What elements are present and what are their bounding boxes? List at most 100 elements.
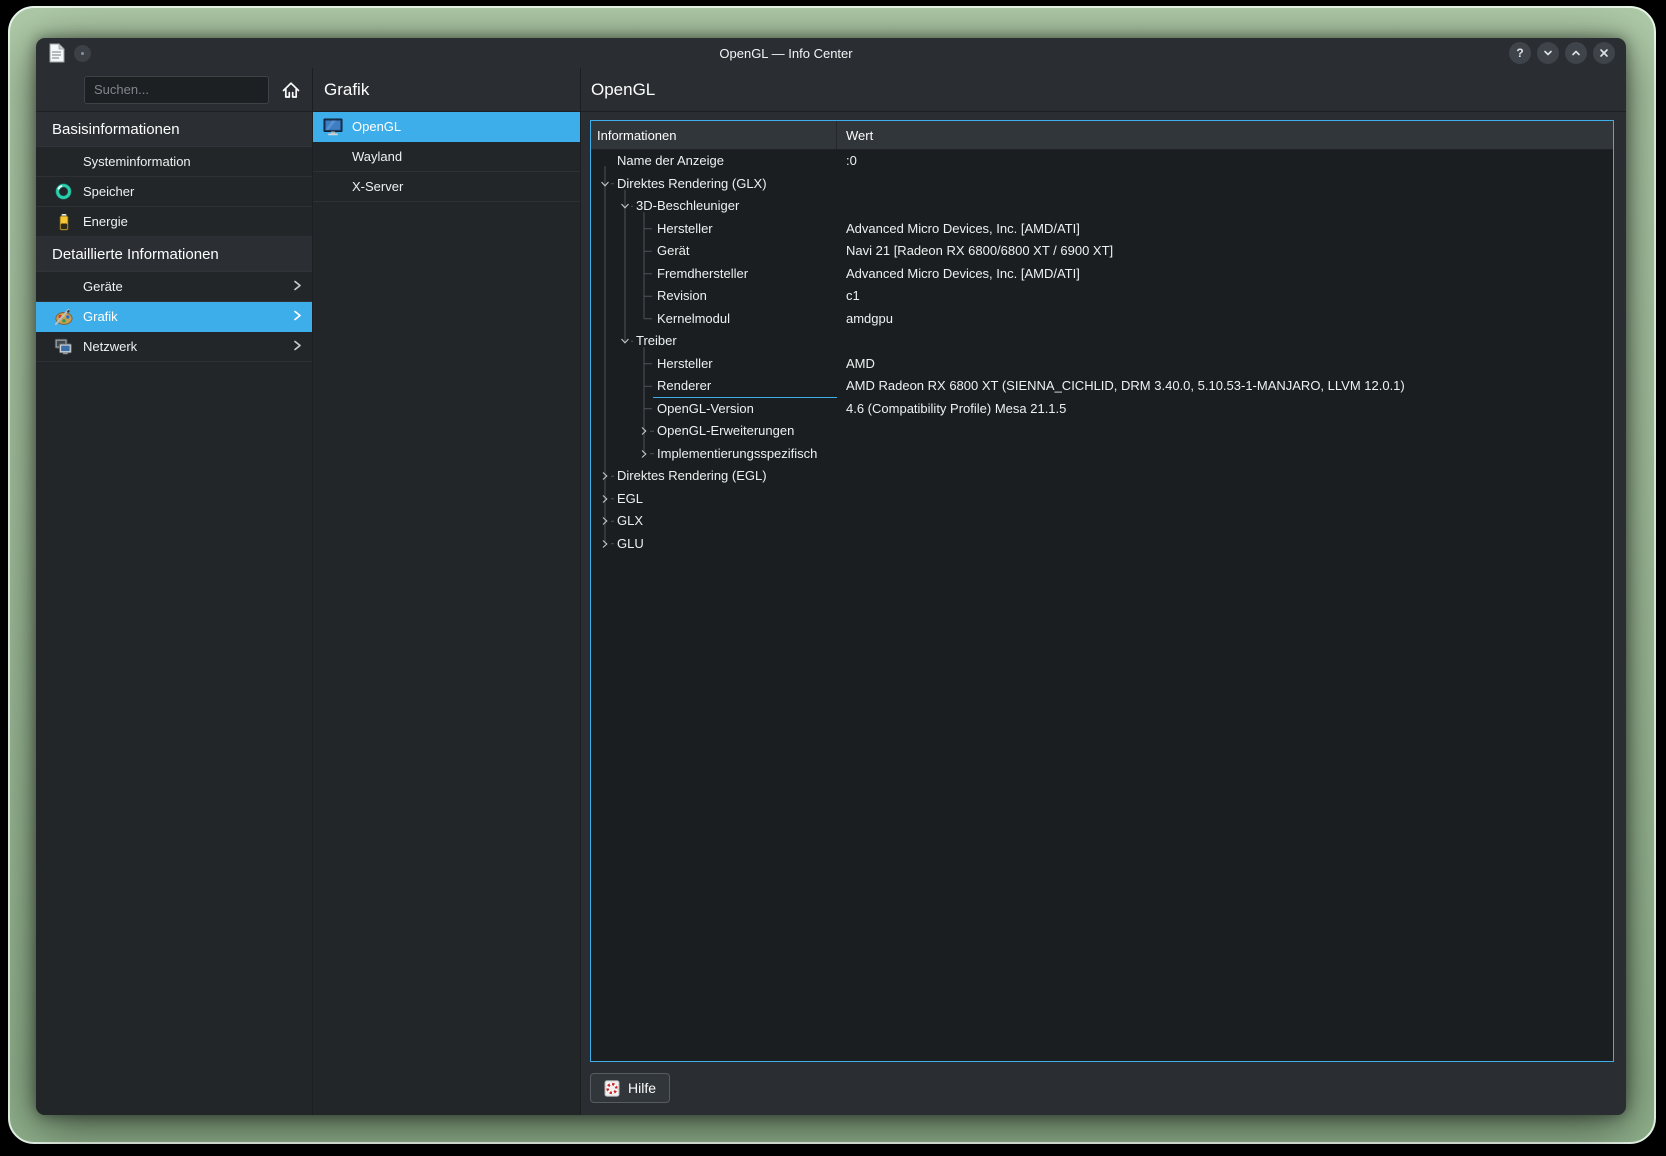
tree-row[interactable]: Hersteller Advanced Micro Devices, Inc. [… — [591, 218, 1613, 241]
category-title: Grafik — [324, 80, 369, 100]
tree-row-label-cell: Renderer — [591, 375, 837, 398]
tree-row-label: Hersteller — [657, 221, 713, 236]
window-close-button[interactable] — [1593, 42, 1615, 64]
expander-closed-icon[interactable] — [600, 516, 610, 526]
tree-row[interactable]: 3D-Beschleuniger — [591, 195, 1613, 218]
sidebar-item-grafik[interactable]: Grafik — [36, 302, 312, 332]
home-icon — [280, 79, 302, 101]
tree-row-label: Direktes Rendering (EGL) — [617, 468, 767, 483]
category-list: OpenGL Wayland X-Server — [313, 112, 580, 1115]
tree-row[interactable]: Implementierungsspezifisch — [591, 443, 1613, 466]
tree-row-value: AMD Radeon RX 6800 XT (SIENNA_CICHLID, D… — [837, 375, 1613, 398]
search-input[interactable] — [84, 76, 269, 104]
expander-closed-icon[interactable] — [600, 494, 610, 504]
tree-row[interactable]: GLX — [591, 510, 1613, 533]
tree-row-value — [837, 488, 1613, 511]
tree-row-label-cell: Hersteller — [591, 218, 837, 241]
battery-icon — [53, 211, 74, 232]
list-item-opengl[interactable]: OpenGL — [313, 112, 580, 142]
sidebar-item-label: Netzwerk — [83, 339, 137, 354]
tree-row-value: c1 — [837, 285, 1613, 308]
page-title: OpenGL — [591, 80, 655, 100]
help-button-label: Hilfe — [628, 1080, 656, 1096]
tree-row-value — [837, 195, 1613, 218]
expander-closed-icon[interactable] — [600, 471, 610, 481]
column-header-wert[interactable]: Wert — [837, 121, 1613, 149]
sidebar-nav: Basisinformationen Systeminformation Spe… — [36, 112, 312, 1115]
sidebar-item-geraete[interactable]: Geräte — [36, 272, 312, 302]
tree-row-label: Gerät — [657, 243, 690, 258]
tree-row[interactable]: Renderer AMD Radeon RX 6800 XT (SIENNA_CI… — [591, 375, 1613, 398]
tree-row-label: GLU — [617, 536, 644, 551]
tree-row-label: Name der Anzeige — [617, 153, 724, 168]
tree-row-label: Treiber — [636, 333, 677, 348]
tree-row-label: Revision — [657, 288, 707, 303]
sidebar-item-label: Systeminformation — [83, 154, 191, 169]
chevron-right-icon — [291, 339, 303, 354]
tree-row[interactable]: GerätNavi 21 [Radeon RX 6800/6800 XT / 6… — [591, 240, 1613, 263]
list-item-wayland[interactable]: Wayland — [313, 142, 580, 172]
sidebar-search-band — [36, 68, 312, 112]
disk-usage-icon — [53, 181, 74, 202]
main-footer: Hilfe — [581, 1063, 1626, 1115]
tree-row-value — [837, 443, 1613, 466]
tree-row-label-cell: Kernelmodul — [591, 308, 837, 331]
sidebar: Basisinformationen Systeminformation Spe… — [36, 68, 313, 1115]
tree-row-label-cell: Direktes Rendering (EGL) — [591, 465, 837, 488]
tree-row-label: EGL — [617, 491, 643, 506]
tree-row-label: Renderer — [657, 378, 711, 393]
sidebar-item-energie[interactable]: Energie — [36, 207, 312, 237]
window-maximize-button[interactable] — [1565, 42, 1587, 64]
sidebar-item-systeminformation[interactable]: Systeminformation — [36, 147, 312, 177]
tree-row[interactable]: Treiber — [591, 330, 1613, 353]
tree-row[interactable]: Direktes Rendering (EGL) — [591, 465, 1613, 488]
tree-row-label: OpenGL-Erweiterungen — [657, 423, 794, 438]
tree-row[interactable]: Revision c1 — [591, 285, 1613, 308]
tree-row[interactable]: OpenGL-Version4.6 (Compatibility Profile… — [591, 398, 1613, 421]
tree-row-label: GLX — [617, 513, 643, 528]
tree-row[interactable]: Name der Anzeige:0 — [591, 150, 1613, 173]
tree-row[interactable]: GLU — [591, 533, 1613, 556]
window-minimize-button[interactable] — [1537, 42, 1559, 64]
table-header: Informationen Wert — [591, 121, 1613, 150]
tree-row[interactable]: Direktes Rendering (GLX) — [591, 173, 1613, 196]
chevron-down-icon — [1542, 47, 1554, 59]
window-controls: ? — [1509, 42, 1615, 64]
expander-closed-icon[interactable] — [639, 426, 649, 436]
list-item-x-server[interactable]: X-Server — [313, 172, 580, 202]
sidebar-item-label: Grafik — [83, 309, 118, 324]
tree-row-label-cell: GLX — [591, 510, 837, 533]
expander-closed-icon[interactable] — [600, 539, 610, 549]
tree-row[interactable]: Kernelmodulamdgpu — [591, 308, 1613, 331]
expander-open-icon[interactable] — [620, 201, 630, 211]
tree-row-label-cell: EGL — [591, 488, 837, 511]
expander-open-icon[interactable] — [620, 336, 630, 346]
expander-open-icon[interactable] — [600, 179, 610, 189]
sidebar-section-basisinformationen: Basisinformationen — [36, 112, 312, 147]
tree-row-label-cell: Name der Anzeige — [591, 150, 837, 173]
tree-row-label: Fremdhersteller — [657, 266, 748, 281]
tree-row-value: Advanced Micro Devices, Inc. [AMD/ATI] — [837, 218, 1613, 241]
tree-row-value: AMD — [837, 353, 1613, 376]
help-lifering-icon — [604, 1080, 620, 1097]
tree-row[interactable]: OpenGL-Erweiterungen — [591, 420, 1613, 443]
help-button[interactable]: Hilfe — [590, 1073, 670, 1103]
column-header-informationen[interactable]: Informationen — [591, 121, 837, 149]
expander-closed-icon[interactable] — [639, 449, 649, 459]
tree-body: Name der Anzeige:0Direktes Rendering (GL… — [591, 150, 1613, 1061]
tree-row-label: Kernelmodul — [657, 311, 730, 326]
help-glyph: ? — [1516, 46, 1523, 60]
sidebar-item-speicher[interactable]: Speicher — [36, 177, 312, 207]
window-help-button[interactable]: ? — [1509, 42, 1531, 64]
tree-row-label-cell: GLU — [591, 533, 837, 556]
tree-row-label-cell: Implementierungsspezifisch — [591, 443, 837, 466]
main-panel: OpenGL Informationen Wert Name der Anzei… — [581, 68, 1626, 1115]
tree-row[interactable]: EGL — [591, 488, 1613, 511]
tree-row[interactable]: HerstellerAMD — [591, 353, 1613, 376]
category-panel-header: Grafik — [313, 68, 580, 112]
info-center-window: OpenGL — Info Center ? — [36, 38, 1626, 1115]
sidebar-item-netzwerk[interactable]: Netzwerk — [36, 332, 312, 362]
tree-row-label-cell: Fremdhersteller — [591, 263, 837, 286]
home-button[interactable] — [279, 78, 303, 102]
tree-row[interactable]: FremdherstellerAdvanced Micro Devices, I… — [591, 263, 1613, 286]
